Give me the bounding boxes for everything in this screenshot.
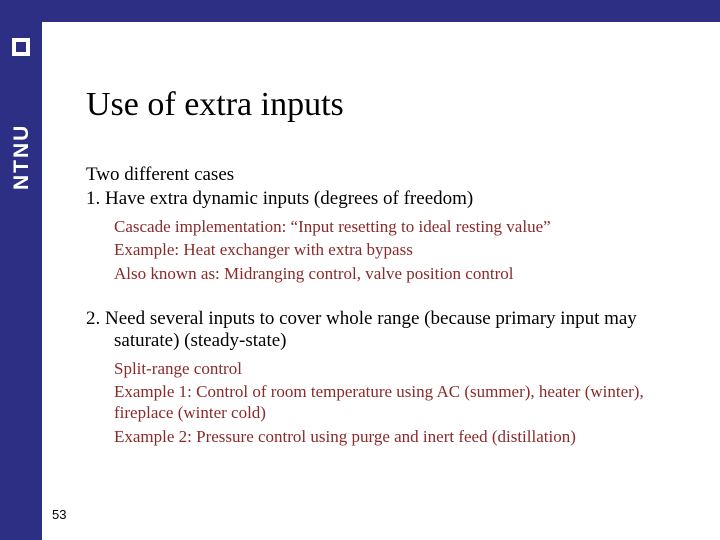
list-item-1-sub-2: Example: Heat exchanger with extra bypas… xyxy=(86,239,686,260)
sidebar: NTNU xyxy=(0,0,42,540)
intro-line: Two different cases xyxy=(86,164,686,186)
top-bar xyxy=(0,0,720,22)
list-item-1-sub-1: Cascade implementation: “Input resetting… xyxy=(86,216,686,237)
ntnu-logo-text: NTNU xyxy=(10,60,34,190)
slide-title: Use of extra inputs xyxy=(86,86,686,124)
list-item-2-sub-1: Split-range control xyxy=(86,358,686,379)
content-area: Use of extra inputs Two different cases … xyxy=(86,86,686,449)
list-item-1: 1. Have extra dynamic inputs (degrees of… xyxy=(86,188,686,210)
list-item-2-sub-3: Example 2: Pressure control using purge … xyxy=(86,426,686,447)
ntnu-logo-icon xyxy=(12,38,30,56)
slide: NTNU Use of extra inputs Two different c… xyxy=(0,0,720,540)
page-number: 53 xyxy=(52,507,66,522)
spacer xyxy=(86,286,686,308)
list-item-1-sub-3: Also known as: Midranging control, valve… xyxy=(86,263,686,284)
list-item-2-sub-2: Example 1: Control of room temperature u… xyxy=(86,381,686,424)
list-item-2: 2. Need several inputs to cover whole ra… xyxy=(86,308,686,352)
